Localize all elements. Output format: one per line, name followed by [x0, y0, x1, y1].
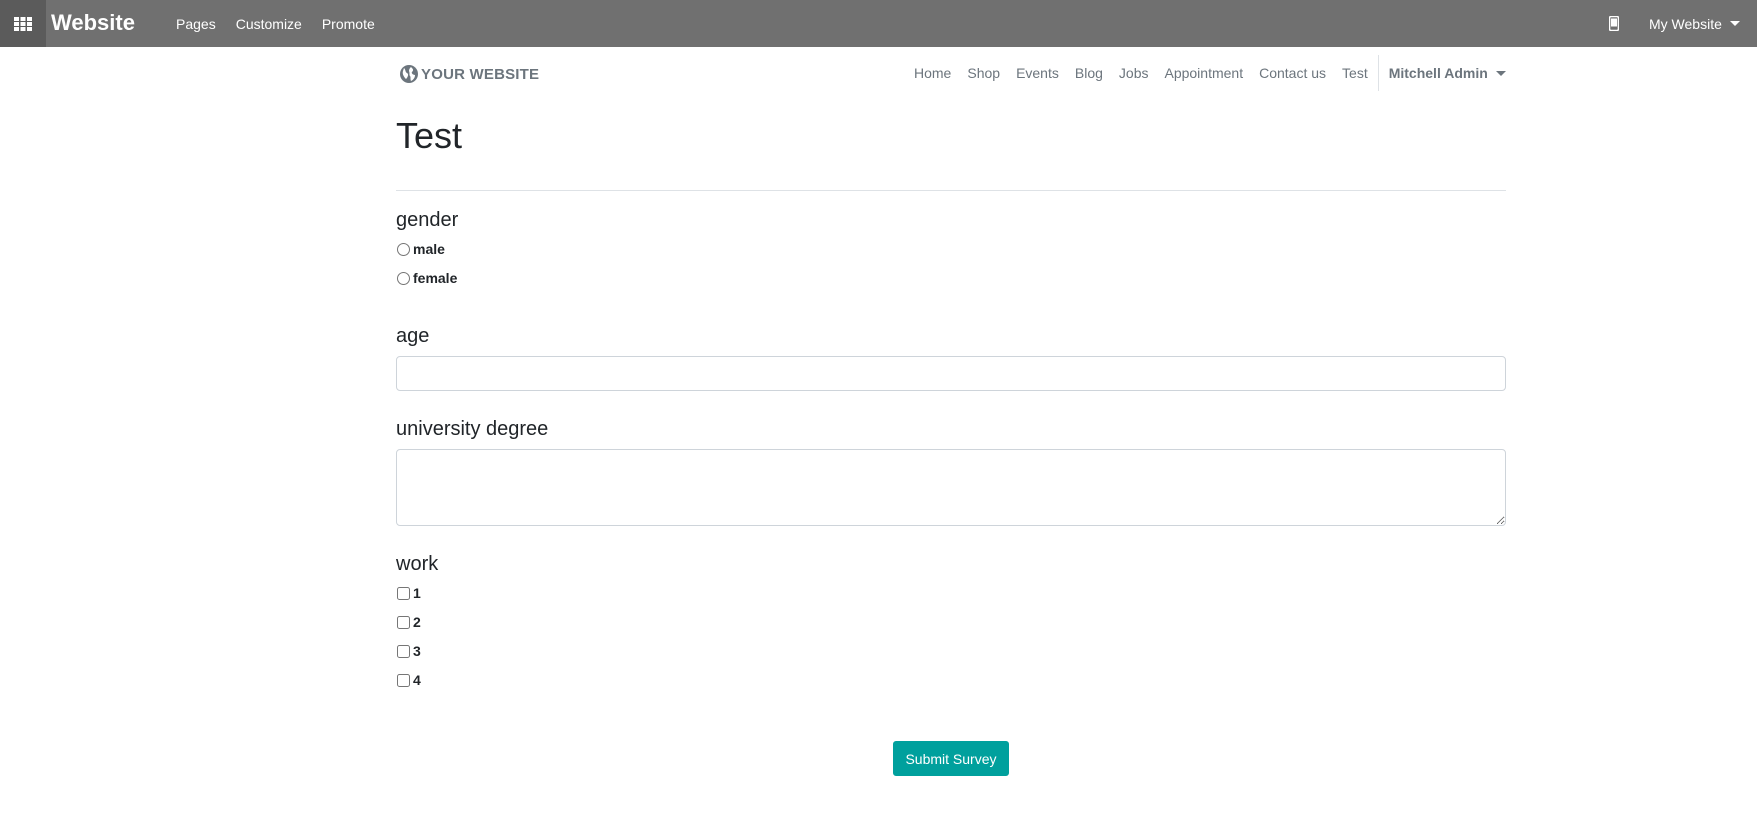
- survey-title: Test: [396, 115, 463, 156]
- user-menu[interactable]: Mitchell Admin: [1381, 65, 1514, 81]
- nav-contact-us[interactable]: Contact us: [1251, 65, 1334, 81]
- website-switcher[interactable]: My Website: [1649, 0, 1740, 47]
- admin-menu: Pages Customize Promote: [166, 0, 385, 47]
- title-divider: [396, 190, 1506, 191]
- apps-grid-icon: [14, 16, 32, 31]
- checkbox-work-1[interactable]: [397, 586, 410, 600]
- radio-male[interactable]: [397, 242, 410, 256]
- option-work-1-label: 1: [413, 585, 421, 601]
- apps-menu-button[interactable]: [0, 0, 46, 47]
- question-age-title: age: [396, 325, 430, 347]
- option-work-4[interactable]: 4: [396, 671, 421, 689]
- website-switcher-label: My Website: [1649, 15, 1722, 32]
- nav-blog[interactable]: Blog: [1067, 65, 1111, 81]
- checkbox-work-3[interactable]: [397, 644, 410, 658]
- option-work-4-label: 4: [413, 672, 421, 688]
- nav-home[interactable]: Home: [906, 65, 959, 81]
- question-degree-title: university degree: [396, 418, 549, 440]
- age-input[interactable]: [396, 356, 1506, 391]
- option-female-label: female: [413, 270, 458, 286]
- logo-text: YOUR WEBSITE: [421, 65, 540, 83]
- option-work-2-label: 2: [413, 614, 421, 630]
- checkbox-work-4[interactable]: [397, 673, 410, 687]
- nav-appointment[interactable]: Appointment: [1156, 65, 1251, 81]
- option-male-label: male: [413, 241, 445, 257]
- radio-female[interactable]: [397, 271, 410, 285]
- menu-promote[interactable]: Promote: [312, 16, 385, 32]
- nav-divider: [1377, 55, 1379, 91]
- site-logo[interactable]: YOUR WEBSITE: [399, 63, 539, 85]
- nav-test[interactable]: Test: [1334, 65, 1376, 81]
- option-work-2[interactable]: 2: [396, 613, 421, 631]
- nav-events[interactable]: Events: [1008, 65, 1067, 81]
- nav-jobs[interactable]: Jobs: [1111, 65, 1157, 81]
- chevron-down-icon: [1495, 70, 1506, 76]
- degree-textarea[interactable]: [396, 449, 1506, 526]
- nav-shop[interactable]: Shop: [959, 65, 1008, 81]
- site-navigation: Home Shop Events Blog Jobs Appointment C…: [906, 55, 1514, 91]
- question-work-title: work: [396, 553, 439, 575]
- option-work-1[interactable]: 1: [396, 584, 421, 602]
- option-male[interactable]: male: [396, 240, 445, 258]
- admin-top-bar: Website Pages Customize Promote My Websi…: [0, 0, 1757, 47]
- submit-survey-button[interactable]: Submit Survey: [893, 741, 1009, 776]
- menu-customize[interactable]: Customize: [226, 16, 312, 32]
- mobile-preview-button[interactable]: [1604, 13, 1624, 33]
- option-work-3[interactable]: 3: [396, 642, 421, 660]
- globe-icon: [400, 65, 418, 83]
- checkbox-work-2[interactable]: [397, 615, 410, 629]
- mobile-phone-icon: [1609, 15, 1619, 31]
- menu-pages[interactable]: Pages: [166, 16, 226, 32]
- user-name: Mitchell Admin: [1388, 65, 1488, 81]
- chevron-down-icon: [1729, 21, 1740, 26]
- option-female[interactable]: female: [396, 269, 457, 287]
- option-work-3-label: 3: [413, 643, 421, 659]
- app-title[interactable]: Website: [51, 10, 135, 36]
- question-gender-title: gender: [396, 209, 459, 231]
